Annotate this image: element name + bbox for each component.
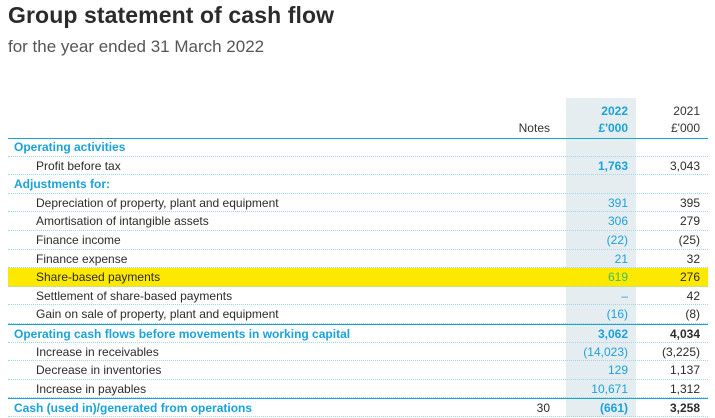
row-label: Finance income — [36, 232, 121, 247]
value-2021: 276 — [679, 270, 700, 285]
table-row-settlement-share-based: Settlement of share-based payments – 42 — [8, 287, 708, 306]
value-2022: 10,671 — [591, 381, 628, 396]
row-label: Profit before tax — [36, 158, 121, 173]
table-row-share-based-payments: Share-based payments 619 276 — [8, 268, 708, 287]
row-note: 30 — [536, 401, 550, 416]
value-2022: 306 — [607, 214, 628, 229]
value-2022: 391 — [607, 195, 628, 210]
value-2021: 1,312 — [669, 381, 700, 396]
row-label: Decrease in inventories — [36, 363, 162, 378]
table-row-operating-activities: Operating activities — [8, 138, 708, 157]
value-2021: (3,225) — [661, 344, 700, 359]
row-label: Increase in receivables — [36, 344, 159, 359]
table-row-cash-from-operations: Cash (used in)/generated from operations… — [8, 398, 708, 417]
table-row-decrease-inventories: Decrease in inventories 129 1,137 — [8, 361, 708, 380]
row-label: Amortisation of intangible assets — [36, 214, 209, 229]
row-label: Adjustments for: — [14, 177, 110, 192]
table-row-gain-on-sale: Gain on sale of property, plant and equi… — [8, 305, 708, 324]
value-2021: 3,258 — [669, 401, 700, 416]
table-row-finance-expense: Finance expense 21 32 — [8, 250, 708, 269]
table-row-finance-income: Finance income (22) (25) — [8, 231, 708, 250]
value-2021: (25) — [678, 232, 700, 247]
row-label: Finance expense — [36, 251, 128, 266]
row-label: Cash (used in)/generated from operations — [14, 401, 253, 416]
value-2021: 395 — [679, 195, 700, 210]
row-label: Operating activities — [14, 140, 126, 154]
value-2021: (8) — [685, 307, 700, 322]
table-row-amortisation: Amortisation of intangible assets 306 27… — [8, 212, 708, 231]
value-2021: 279 — [679, 214, 700, 229]
column-header-2022: 2022 £'000 — [566, 103, 628, 137]
row-label: Gain on sale of property, plant and equi… — [36, 307, 279, 322]
row-label: Settlement of share-based payments — [36, 288, 233, 303]
value-2021: 1,137 — [669, 363, 700, 378]
value-2022: 21 — [614, 251, 628, 266]
row-label: Increase in payables — [36, 381, 147, 396]
row-label: Depreciation of property, plant and equi… — [36, 195, 279, 210]
cash-flow-table: Operating activities Profit before tax 1… — [8, 138, 708, 417]
value-2021: 4,034 — [669, 326, 700, 341]
value-2022: (661) — [599, 401, 628, 416]
page-subtitle: for the year ended 31 March 2022 — [8, 37, 265, 56]
table-row-increase-receivables: Increase in receivables (14,023) (3,225) — [8, 343, 708, 362]
year-2021: 2021 — [673, 104, 700, 118]
column-header-2021: 2021 £'000 — [640, 103, 700, 137]
unit-2021: £'000 — [671, 121, 700, 135]
value-2021: 3,043 — [669, 158, 700, 173]
table-row-increase-payables: Increase in payables 10,671 1,312 — [8, 380, 708, 399]
value-2022: (22) — [606, 232, 628, 247]
table-row-depreciation: Depreciation of property, plant and equi… — [8, 194, 708, 213]
value-2022: – — [621, 288, 628, 303]
column-header-notes: Notes — [518, 121, 550, 135]
value-2021: 42 — [686, 288, 700, 303]
unit-2022: £'000 — [598, 121, 628, 135]
value-2021: 32 — [686, 251, 700, 266]
value-2022: 619 — [607, 270, 628, 285]
value-2022: (16) — [606, 307, 628, 322]
value-2022: 1,763 — [597, 158, 628, 173]
value-2022: 129 — [607, 363, 628, 378]
table-row-profit-before-tax: Profit before tax 1,763 3,043 — [8, 157, 708, 176]
value-2022: 3,062 — [597, 326, 628, 341]
table-row-operating-cash-flows-subtotal: Operating cash flows before movements in… — [8, 323, 708, 343]
table-row-adjustments: Adjustments for: — [8, 175, 708, 194]
year-2022: 2022 — [601, 104, 628, 118]
page-title: Group statement of cash flow — [8, 2, 335, 28]
row-label: Operating cash flows before movements in… — [14, 326, 351, 341]
row-label: Share-based payments — [36, 270, 161, 285]
value-2022: (14,023) — [583, 344, 628, 359]
